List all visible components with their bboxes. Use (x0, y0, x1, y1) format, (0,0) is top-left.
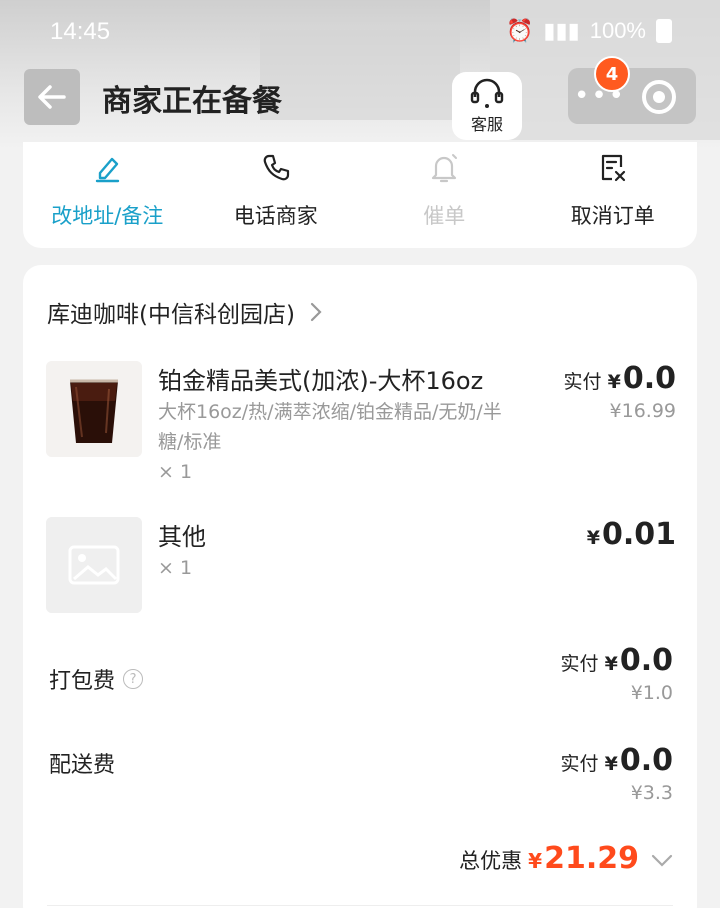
customer-service-button[interactable]: 客服 (452, 72, 522, 140)
total-discount-label: 总优惠 (459, 849, 523, 873)
fee-name: 打包费 (49, 669, 116, 694)
paid-label: 实付 (560, 753, 599, 775)
arrow-left-icon (38, 85, 66, 109)
alarm-icon: ⏰ (505, 18, 534, 43)
signal-icon: ▮▮▮ (543, 18, 580, 43)
paid-label: 实付 (560, 653, 599, 675)
action-label: 取消订单 (570, 204, 655, 228)
currency-symbol: ¥ (604, 653, 618, 675)
action-label: 改地址/备注 (51, 204, 164, 228)
total-discount-toggle[interactable]: 总优惠 ¥ 21.29 (459, 841, 673, 876)
shop-name: 库迪咖啡(中信科创园店) (47, 302, 295, 328)
shop-link[interactable]: 库迪咖啡(中信科创园店) (47, 295, 323, 329)
product-image (46, 361, 142, 457)
action-urge-order[interactable]: 催单 (360, 142, 529, 248)
item-quantity: × 1 (158, 461, 193, 483)
currency-symbol: ¥ (528, 849, 543, 873)
item-name: 铂金精品美式(加浓)-大杯16oz (158, 367, 484, 395)
customer-service-label: 客服 (470, 115, 503, 134)
placeholder-image-icon (46, 517, 142, 613)
status-icons: ⏰ ▮▮▮ 100% (506, 18, 672, 44)
fee-price: 实付 ¥0.0 ¥3.3 (561, 743, 673, 804)
delivery-fee-row: 配送费 实付 ¥0.0 ¥3.3 (49, 743, 673, 813)
original-price: ¥3.3 (630, 782, 673, 804)
fee-label: 打包费 ? (49, 663, 144, 695)
paid-label: 实付 (563, 371, 602, 393)
item-price: 实付 ¥0.0 ¥16.99 (564, 361, 676, 422)
item-name: 其他 (158, 523, 206, 551)
mini-program-capsule: ••• (568, 68, 696, 124)
order-actions-card: 改地址/备注 电话商家 催单 取消订单 (23, 142, 697, 248)
phone-icon (261, 150, 291, 186)
action-label: 电话商家 (233, 204, 318, 228)
original-price: ¥16.99 (609, 400, 676, 422)
headset-icon (470, 78, 504, 108)
battery-percent: 100% (589, 18, 646, 43)
item-spec: 大杯16oz/热/满萃浓缩/铂金精品/无奶/半糖/标准 (158, 401, 502, 453)
action-edit-address[interactable]: 改地址/备注 (23, 142, 192, 248)
page-title: 商家正在备餐 (102, 84, 282, 119)
item-price: ¥0.01 (587, 517, 676, 552)
notification-badge: 4 (594, 56, 630, 92)
paid-amount: 0.01 (601, 517, 676, 552)
back-button[interactable] (24, 69, 80, 125)
order-item: 其他 × 1 ¥0.01 (46, 517, 676, 613)
total-discount-amount: 21.29 (544, 841, 639, 876)
fee-label: 配送费 (49, 747, 115, 779)
currency-symbol: ¥ (604, 753, 618, 775)
cancel-document-icon (598, 150, 628, 186)
paid-amount: 0.0 (619, 743, 673, 778)
chevron-down-icon (651, 854, 673, 867)
order-item: 铂金精品美式(加浓)-大杯16oz 大杯16oz/热/满萃浓缩/铂金精品/无奶/… (46, 361, 676, 491)
edit-icon (92, 150, 122, 186)
order-detail-card: 库迪咖啡(中信科创园店) 铂金精品美式(加浓)-大杯16oz 大杯16oz/热/… (23, 265, 697, 908)
action-cancel-order[interactable]: 取消订单 (529, 142, 698, 248)
paid-amount: 0.0 (619, 643, 673, 678)
status-bar: 14:45 ⏰ ▮▮▮ 100% (0, 0, 720, 64)
status-time: 14:45 (50, 18, 111, 45)
paid-amount: 0.0 (622, 361, 676, 396)
action-call-merchant[interactable]: 电话商家 (192, 142, 361, 248)
item-quantity: × 1 (158, 557, 193, 579)
currency-symbol: ¥ (607, 371, 621, 393)
action-label: 催单 (423, 204, 466, 228)
close-mini-program-button[interactable] (642, 80, 676, 114)
fee-price: 实付 ¥0.0 ¥1.0 (561, 643, 673, 704)
divider (47, 905, 673, 906)
battery-icon (656, 19, 672, 43)
currency-symbol: ¥ (586, 527, 600, 549)
fee-name: 配送费 (49, 753, 116, 778)
help-icon[interactable]: ? (123, 669, 144, 689)
original-price: ¥1.0 (630, 682, 673, 704)
chevron-right-icon (310, 302, 322, 322)
bell-icon (429, 150, 459, 186)
packaging-fee-row: 打包费 ? 实付 ¥0.0 ¥1.0 (49, 643, 673, 713)
